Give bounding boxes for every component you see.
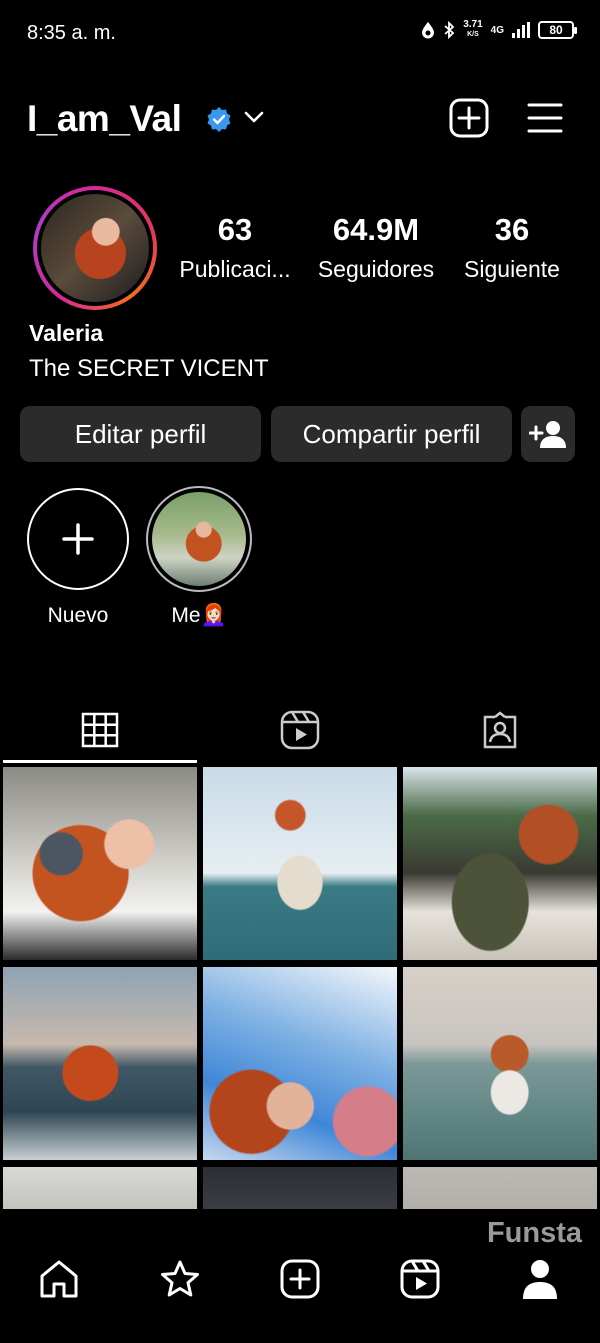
grid-icon <box>81 712 119 748</box>
active-tab-indicator <box>3 760 197 763</box>
stat-followers-label: Seguidores <box>317 256 435 282</box>
post-thumbnail[interactable] <box>403 1167 597 1209</box>
avatar-photo <box>41 194 149 302</box>
net-speed-unit: K/S <box>467 31 479 38</box>
post-thumbnail[interactable] <box>203 767 397 960</box>
highlight-new[interactable]: Nuevo <box>27 488 129 628</box>
profile-avatar[interactable] <box>33 186 157 310</box>
highlight-me-label: Me👩🏻‍🦰 <box>171 604 227 627</box>
post-thumbnail[interactable] <box>403 767 597 960</box>
signal-icon <box>512 22 530 38</box>
posts-grid <box>3 767 597 1209</box>
stat-following-value: 36 <box>494 212 530 247</box>
network-type: 4G <box>490 24 504 36</box>
post-thumbnail[interactable] <box>203 1167 397 1209</box>
nav-create[interactable] <box>278 1257 322 1301</box>
tab-tagged[interactable] <box>400 695 600 765</box>
share-profile-button[interactable]: Compartir perfil <box>271 406 512 462</box>
home-icon <box>40 1260 78 1298</box>
menu-icon[interactable] <box>527 98 563 138</box>
status-time: 8:35 a. m. <box>27 22 116 44</box>
username[interactable]: I_am_Val <box>27 98 182 140</box>
post-thumbnail[interactable] <box>203 967 397 1160</box>
stat-followers-value: 64.9M <box>332 212 420 247</box>
tab-grid[interactable] <box>0 695 200 765</box>
reels-icon <box>280 710 320 750</box>
nav-favorites[interactable] <box>158 1257 202 1301</box>
nav-home[interactable] <box>37 1257 81 1301</box>
reels-nav-icon <box>400 1259 440 1299</box>
highlight-new-circle <box>27 488 129 590</box>
battery-level: 80 <box>549 23 563 37</box>
net-speed: 3.71 K/S <box>463 20 482 40</box>
stat-posts[interactable]: 63 Publicaci... <box>170 212 300 283</box>
highlight-me-photo <box>152 492 246 586</box>
edit-profile-button[interactable]: Editar perfil <box>20 406 261 462</box>
nav-reels[interactable] <box>398 1257 442 1301</box>
create-icon <box>280 1259 320 1299</box>
nav-profile[interactable] <box>518 1257 562 1301</box>
status-icons: 3.71 K/S 4G 80 <box>421 20 577 40</box>
profile-bio: The SECRET VICENT <box>29 355 269 382</box>
post-thumbnail[interactable] <box>3 767 197 960</box>
highlight-new-label: Nuevo <box>47 604 109 627</box>
bluetooth-icon <box>444 21 455 39</box>
stat-posts-value: 63 <box>217 212 253 247</box>
create-post-icon[interactable] <box>449 98 489 138</box>
chevron-down-icon[interactable] <box>244 110 264 124</box>
watermark: Funsta <box>486 1217 582 1249</box>
post-thumbnail[interactable] <box>3 967 197 1160</box>
profile-header: I_am_Val <box>0 92 600 148</box>
verified-badge-icon <box>207 107 231 132</box>
stat-following-label: Siguiente <box>464 256 560 282</box>
profile-stats: 63 Publicaci... 64.9M Seguidores 36 Sigu… <box>170 212 580 292</box>
net-speed-value: 3.71 <box>463 19 483 30</box>
data-saver-icon <box>422 22 435 39</box>
battery-icon: 80 <box>538 21 577 39</box>
tagged-icon <box>483 711 517 749</box>
bottom-navigation: Funsta <box>0 1209 600 1343</box>
stat-followers[interactable]: 64.9M Seguidores <box>308 212 444 283</box>
profile-tabs <box>0 695 600 765</box>
stat-posts-label: Publicaci... <box>179 256 291 282</box>
highlight-me[interactable]: Me👩🏻‍🦰 <box>146 486 252 628</box>
plus-icon <box>62 523 94 555</box>
tab-reels[interactable] <box>200 695 400 765</box>
add-person-icon <box>529 421 566 448</box>
status-bar: 8:35 a. m. 3.71 K/S 4G 80 <box>0 0 600 66</box>
share-profile-label: Compartir perfil <box>302 418 481 449</box>
profile-icon <box>523 1260 557 1299</box>
discover-people-button[interactable] <box>521 406 575 462</box>
stat-following[interactable]: 36 Siguiente <box>454 212 570 283</box>
star-icon <box>161 1260 199 1297</box>
edit-profile-label: Editar perfil <box>74 418 207 449</box>
display-name: Valeria <box>29 320 104 346</box>
post-thumbnail[interactable] <box>403 967 597 1160</box>
post-thumbnail[interactable] <box>3 1167 197 1209</box>
